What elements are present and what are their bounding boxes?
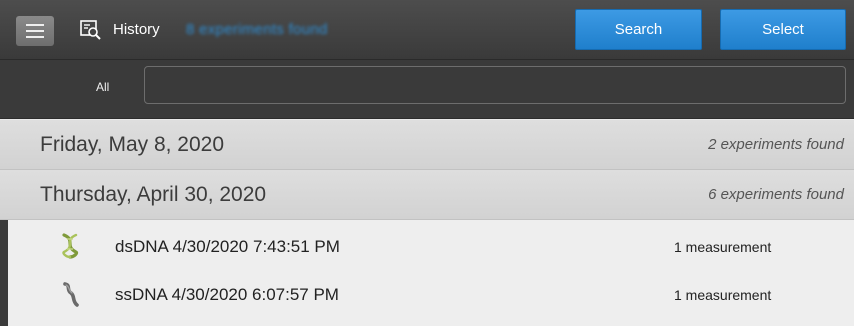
date-group-row[interactable]: Thursday, April 30, 2020 6 experiments f… (0, 170, 854, 220)
experiment-name: dsDNA 4/30/2020 7:43:51 PM (115, 237, 340, 256)
dsdna-helix-icon (62, 233, 79, 259)
filter-all-label[interactable]: All (96, 80, 109, 94)
page-title: History (113, 21, 160, 38)
ssdna-strand-icon (63, 282, 79, 307)
experiment-row[interactable]: ssDNA 4/30/2020 6:07:57 PM 1 measurement (8, 271, 854, 319)
date-group-count: 2 experiments found (708, 136, 844, 153)
date-group-title: Friday, May 8, 2020 (40, 133, 225, 156)
experiment-name: ssDNA 4/30/2020 6:07:57 PM (115, 285, 339, 304)
hamburger-menu-icon (26, 24, 44, 26)
experiment-row[interactable]: dsDNA 4/30/2020 7:43:51 PM 1 measurement (8, 223, 854, 271)
date-group-title: Thursday, April 30, 2020 (40, 183, 267, 206)
experiment-measurement-count: 1 measurement (674, 287, 772, 303)
select-button[interactable]: Select (720, 9, 846, 50)
history-search-icon (80, 20, 101, 40)
experiment-measurement-count: 1 measurement (674, 239, 772, 255)
filter-input[interactable] (144, 66, 846, 104)
filter-bar: All (0, 60, 854, 119)
date-group-count: 6 experiments found (708, 186, 844, 203)
search-button[interactable]: Search (575, 9, 702, 50)
menu-button[interactable] (16, 16, 54, 46)
group-accent-bar (0, 220, 8, 326)
experiments-found-count: 8 experiments found (186, 21, 328, 38)
date-group-row[interactable]: Friday, May 8, 2020 2 experiments found (0, 120, 854, 170)
top-bar: History 8 experiments found Search Selec… (0, 0, 854, 60)
experiment-list: dsDNA 4/30/2020 7:43:51 PM 1 measurement… (0, 220, 854, 326)
